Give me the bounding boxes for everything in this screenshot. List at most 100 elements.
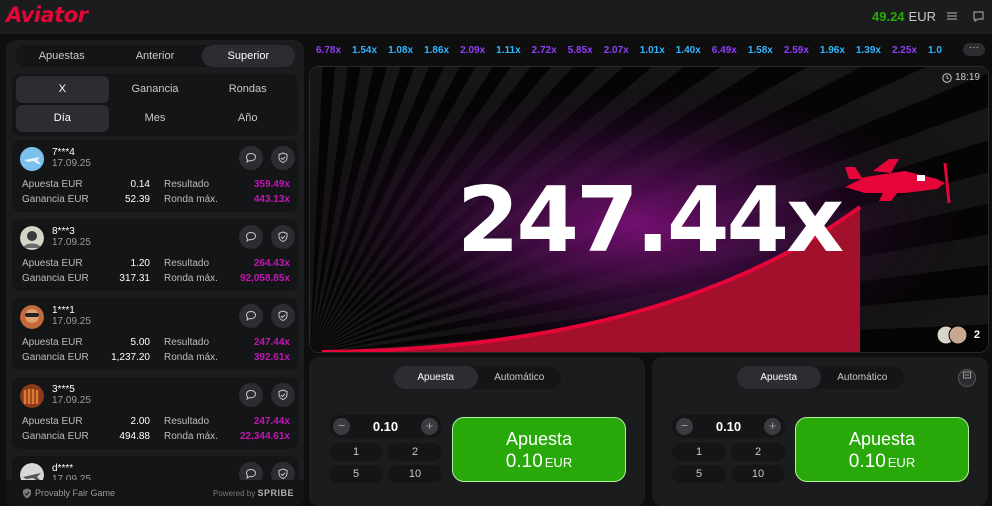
entry-date: 17.09.25 (52, 237, 91, 248)
quick-amount-2[interactable]: 2 (388, 443, 442, 461)
spribe-brand: SPRIBE (257, 488, 294, 498)
history-multiplier[interactable]: 1.39x (856, 45, 881, 56)
result-multiplier: 264.43x (253, 258, 290, 269)
entry-date: 17.09.25 (52, 158, 91, 169)
tab-auto[interactable]: Automático (478, 366, 562, 389)
history-multiplier[interactable]: 1.86x (424, 45, 449, 56)
bet-button-label: Apuesta (505, 429, 573, 449)
win-label: Ganancia EUR (22, 194, 89, 205)
win-value: 1,237.20 (111, 352, 150, 363)
history-multiplier[interactable]: 6.78x (316, 45, 341, 56)
entry-date: 17.09.25 (52, 316, 91, 327)
tab-bets[interactable]: Apuestas (15, 45, 108, 67)
username: d**** (52, 463, 74, 474)
place-bet-button[interactable]: Apuesta 0.10 EUR (795, 417, 969, 482)
top-bar: Aviator 49.24 EUR (0, 0, 992, 34)
remove-panel-icon[interactable] (958, 369, 976, 387)
balance-currency: EUR (908, 9, 936, 24)
powered-by-text: Powered by (213, 489, 256, 498)
quick-amount-1[interactable]: 1 (672, 443, 726, 461)
filter-month[interactable]: Mes (109, 105, 202, 132)
quick-amount-2[interactable]: 2 (731, 443, 785, 461)
chat-bubble-icon[interactable] (239, 225, 263, 249)
plus-icon[interactable]: + (421, 418, 438, 435)
bets-tabs: Apuestas Anterior Superior (15, 45, 295, 67)
history-multiplier[interactable]: 1.40x (676, 45, 701, 56)
menu-icon[interactable] (945, 10, 959, 24)
tab-previous[interactable]: Anterior (108, 45, 201, 67)
tab-bet[interactable]: Apuesta (737, 366, 821, 389)
bet-button-amount: 0.10 (505, 451, 543, 472)
history-multiplier[interactable]: 5.85x (568, 45, 593, 56)
quick-amount-5[interactable]: 5 (329, 465, 383, 483)
history-multiplier[interactable]: 1.01x (640, 45, 665, 56)
shield-icon[interactable] (271, 146, 295, 170)
quick-amount-1[interactable]: 1 (329, 443, 383, 461)
bet-value: 2.00 (130, 416, 150, 427)
avatar (20, 305, 44, 329)
bet-button-amount: 0.10 (848, 451, 886, 472)
win-value: 494.88 (119, 431, 150, 442)
filter-day[interactable]: Día (16, 105, 109, 132)
players-online[interactable]: 2 (936, 324, 980, 346)
round-max-label: Ronda máx. (164, 194, 218, 205)
shield-icon[interactable] (271, 383, 295, 407)
history-multiplier[interactable]: 2.72x (532, 45, 557, 56)
history-multiplier[interactable]: 1.08x (388, 45, 413, 56)
history-multiplier[interactable]: 2.25x (892, 45, 917, 56)
bet-mode-tabs: Apuesta Automático (737, 366, 904, 389)
round-max-label: Ronda máx. (164, 431, 218, 442)
balance-amount: 49.24 (872, 9, 905, 24)
chat-bubble-icon[interactable] (239, 146, 263, 170)
quick-amount-10[interactable]: 10 (388, 465, 442, 483)
history-multiplier[interactable]: 2.07x (604, 45, 629, 56)
win-value: 52.39 (124, 194, 150, 205)
bet-button-label: Apuesta (848, 429, 916, 449)
round-clock: 18:19 (942, 72, 980, 83)
players-avatars-icon (936, 325, 968, 345)
history-multiplier[interactable]: 1.0 (928, 45, 942, 56)
filter-win[interactable]: Ganancia (109, 76, 202, 103)
quick-amount-5[interactable]: 5 (672, 465, 726, 483)
plus-icon[interactable]: + (764, 418, 781, 435)
shield-icon[interactable] (271, 304, 295, 328)
filter-year[interactable]: Año (201, 105, 294, 132)
result-label: Resultado (164, 179, 210, 190)
username: 3***5 (52, 384, 75, 395)
win-value: 317.31 (119, 273, 150, 284)
filter-rounds[interactable]: Rondas (201, 76, 294, 103)
bet-label: Apuesta EUR (22, 337, 83, 348)
chat-bubble-icon[interactable] (239, 304, 263, 328)
filter-x[interactable]: X (16, 76, 109, 103)
history-multiplier[interactable]: 2.59x (784, 45, 809, 56)
shield-icon[interactable] (271, 225, 295, 249)
quick-amount-10[interactable]: 10 (731, 465, 785, 483)
tab-top[interactable]: Superior (201, 45, 295, 67)
bet-panel-1: Apuesta Automático − 0.10 + 1 2 5 10 Apu… (309, 357, 645, 506)
history-multiplier[interactable]: 6.49x (712, 45, 737, 56)
history-multiplier[interactable]: 1.54x (352, 45, 377, 56)
chat-icon[interactable] (971, 10, 985, 24)
bet-value: 5.00 (130, 337, 150, 348)
round-max-multiplier: 443.13x (253, 194, 290, 205)
history-multiplier[interactable]: 2.09x (460, 45, 485, 56)
history-multiplier[interactable]: 1.96x (820, 45, 845, 56)
bet-label: Apuesta EUR (22, 179, 83, 190)
username: 7***4 (52, 147, 75, 158)
chat-bubble-icon[interactable] (239, 383, 263, 407)
provably-fair-link[interactable]: Provably Fair Game (35, 488, 115, 498)
bet-button-currency: EUR (544, 455, 573, 470)
tab-auto[interactable]: Automático (821, 366, 905, 389)
history-multiplier[interactable]: 1.58x (748, 45, 773, 56)
result-multiplier: 247.44x (253, 337, 290, 348)
place-bet-button[interactable]: Apuesta 0.10 EUR (452, 417, 626, 482)
game-canvas: 18:19 247.44x 2 (309, 66, 989, 353)
tab-bet[interactable]: Apuesta (394, 366, 478, 389)
round-max-multiplier: 392.61x (253, 352, 290, 363)
history-multiplier[interactable]: 1.11x (496, 45, 520, 56)
left-footer: Provably Fair Game Powered by SPRIBE (6, 480, 304, 506)
bet-value: 0.14 (130, 179, 150, 190)
more-history-button[interactable]: ··· (963, 43, 985, 56)
aviator-logo[interactable]: Aviator (6, 3, 88, 27)
bets-panel: Apuestas Anterior Superior X Ganancia Ro… (6, 40, 304, 506)
